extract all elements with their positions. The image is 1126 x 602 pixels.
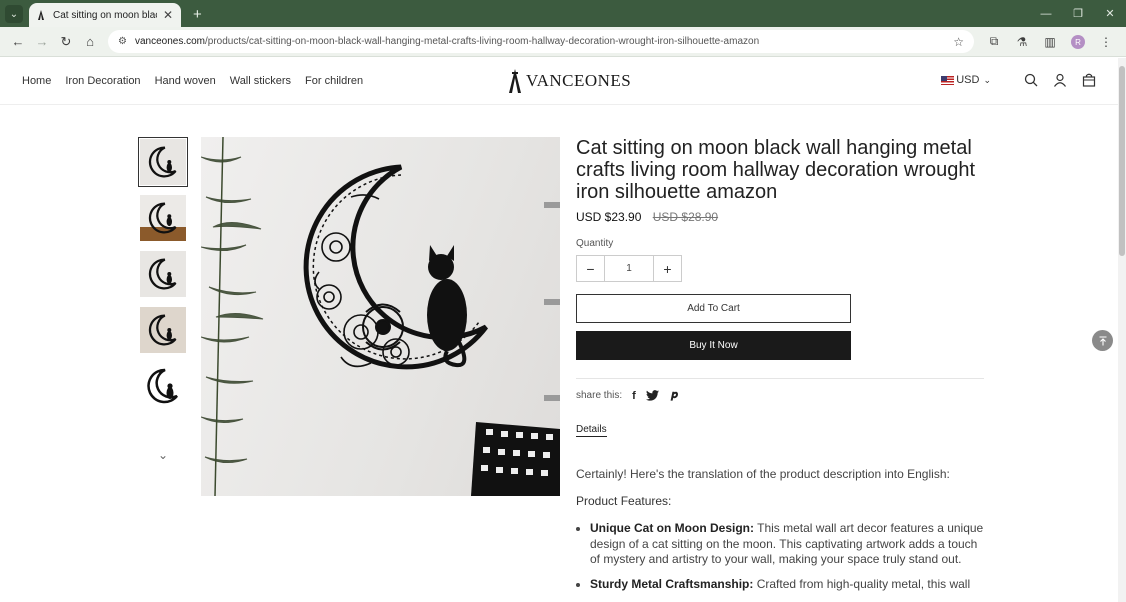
add-to-cart-button[interactable]: Add To Cart (576, 294, 851, 323)
back-to-top-button[interactable] (1092, 330, 1113, 351)
browser-tabbar: ⌄ Cat sitting on moon black wall ✕ + — ❐… (0, 0, 1126, 27)
facebook-icon[interactable]: f (632, 390, 636, 402)
current-price: USD $23.90 (576, 210, 642, 224)
header-actions: USD ⌄ (941, 73, 1096, 87)
extensions-icon[interactable]: ⧉ (980, 34, 1008, 49)
nav-for-children[interactable]: For children (305, 75, 363, 87)
product-info: Cat sitting on moon black wall hanging m… (576, 137, 984, 601)
new-tab-button[interactable]: + (193, 6, 202, 23)
thumbnail-2[interactable] (138, 193, 188, 243)
chevron-down-icon: ⌄ (983, 74, 991, 85)
quantity-stepper: − 1 + (576, 255, 682, 282)
url-path: /products/cat-sitting-on-moon-black-wall… (205, 36, 760, 47)
thumbnail-1[interactable] (138, 137, 188, 187)
bookmark-star-icon[interactable]: ☆ (953, 35, 964, 49)
thumbnail-5[interactable] (138, 361, 188, 411)
minimize-icon[interactable]: — (1030, 0, 1062, 27)
list-item: Sturdy Metal Craftsmanship: Crafted from… (590, 577, 984, 593)
quantity-label: Quantity (576, 238, 614, 249)
cat-moon-thumbnail-image (147, 368, 178, 404)
nav-hand-woven[interactable]: Hand woven (155, 75, 216, 87)
browser-tab[interactable]: Cat sitting on moon black wall ✕ (29, 3, 181, 27)
url-bar[interactable]: ⚙ vanceones.com/products/cat-sitting-on-… (108, 30, 974, 53)
nav-iron-decoration[interactable]: Iron Decoration (65, 75, 140, 87)
increase-quantity-button[interactable]: + (654, 256, 681, 281)
features-heading: Product Features: (576, 493, 672, 508)
share-label: share this: (576, 390, 623, 401)
cart-icon[interactable] (1082, 73, 1096, 87)
price-row: USD $23.90 USD $28.90 (576, 210, 984, 224)
features-list: Unique Cat on Moon Design: This metal wa… (576, 521, 984, 592)
tab-search-button[interactable]: ⌄ (5, 5, 23, 23)
logo-text: VANCEONES (526, 71, 632, 90)
thumbnails-next-chevron-icon[interactable]: ⌄ (158, 448, 168, 462)
site-header: Home Iron Decoration Hand woven Wall sti… (0, 57, 1126, 105)
thumbnail-4[interactable] (138, 305, 188, 355)
site-logo[interactable]: VANCEONES (506, 69, 631, 93)
quantity-input[interactable]: 1 (604, 256, 654, 281)
cat-moon-thumbnail-image (148, 202, 177, 234)
feature-title: Sturdy Metal Craftsmanship: (590, 576, 754, 591)
reload-icon[interactable]: ↻ (54, 34, 78, 50)
logo-mark-icon (509, 69, 521, 93)
product-main-image[interactable] (201, 137, 560, 496)
scrollbar-thumb[interactable] (1119, 66, 1125, 256)
cat-moon-thumbnail-image (148, 314, 177, 346)
share-row: share this: f 𝒑 (576, 389, 984, 402)
nav-wall-stickers[interactable]: Wall stickers (230, 75, 291, 87)
list-item: Unique Cat on Moon Design: This metal wa… (590, 521, 984, 568)
main-nav: Home Iron Decoration Hand woven Wall sti… (22, 75, 377, 87)
buy-it-now-button[interactable]: Buy It Now (576, 331, 851, 360)
account-icon[interactable] (1053, 73, 1067, 87)
description-intro: Certainly! Here's the translation of the… (576, 467, 950, 481)
site-info-icon[interactable]: ⚙ (118, 36, 127, 47)
close-window-icon[interactable]: ✕ (1094, 0, 1126, 27)
thumbnail-gallery (138, 137, 188, 417)
site-favicon-icon (38, 10, 44, 20)
divider (576, 378, 984, 379)
currency-label: USD (956, 74, 980, 86)
back-icon[interactable]: ← (6, 34, 30, 49)
page-scrollbar[interactable] (1118, 58, 1126, 602)
currency-selector[interactable]: USD ⌄ (941, 74, 991, 86)
pinterest-icon[interactable]: 𝒑 (671, 389, 678, 402)
sidebar-icon[interactable]: ▥ (1036, 35, 1064, 49)
url-domain: vanceones.com (134, 36, 206, 47)
arrow-up-icon (1099, 336, 1106, 345)
restore-icon[interactable]: ❐ (1062, 0, 1094, 27)
twitter-icon[interactable] (645, 390, 659, 401)
tab-close-icon[interactable]: ✕ (163, 8, 173, 22)
home-icon[interactable]: ⌂ (78, 34, 102, 49)
labs-icon[interactable]: ⚗ (1008, 35, 1036, 49)
tab-details[interactable]: Details (576, 424, 607, 437)
nav-home[interactable]: Home (22, 75, 51, 87)
cat-moon-thumbnail-image (148, 146, 177, 178)
cat-moon-thumbnail-image (148, 258, 177, 290)
cat-on-moon-artwork (201, 137, 560, 496)
profile-avatar[interactable]: R (1064, 34, 1092, 50)
forward-icon[interactable]: → (30, 34, 54, 49)
original-price: USD $28.90 (652, 210, 719, 224)
browser-menu-icon[interactable]: ⋮ (1092, 35, 1120, 49)
product-description: Certainly! Here's the translation of the… (576, 467, 984, 592)
tab-title: Cat sitting on moon black wall (53, 9, 157, 21)
address-toolbar: ← → ↻ ⌂ ⚙ vanceones.com/products/cat-sit… (0, 27, 1126, 57)
us-flag-icon (941, 75, 955, 85)
search-icon[interactable] (1024, 73, 1038, 87)
feature-title: Unique Cat on Moon Design: (590, 521, 754, 535)
feature-text: Crafted from high-quality metal, this wa… (753, 576, 971, 591)
product-title: Cat sitting on moon black wall hanging m… (576, 137, 976, 203)
window-controls: — ❐ ✕ (1030, 0, 1126, 27)
decrease-quantity-button[interactable]: − (577, 256, 604, 281)
thumbnail-3[interactable] (138, 249, 188, 299)
